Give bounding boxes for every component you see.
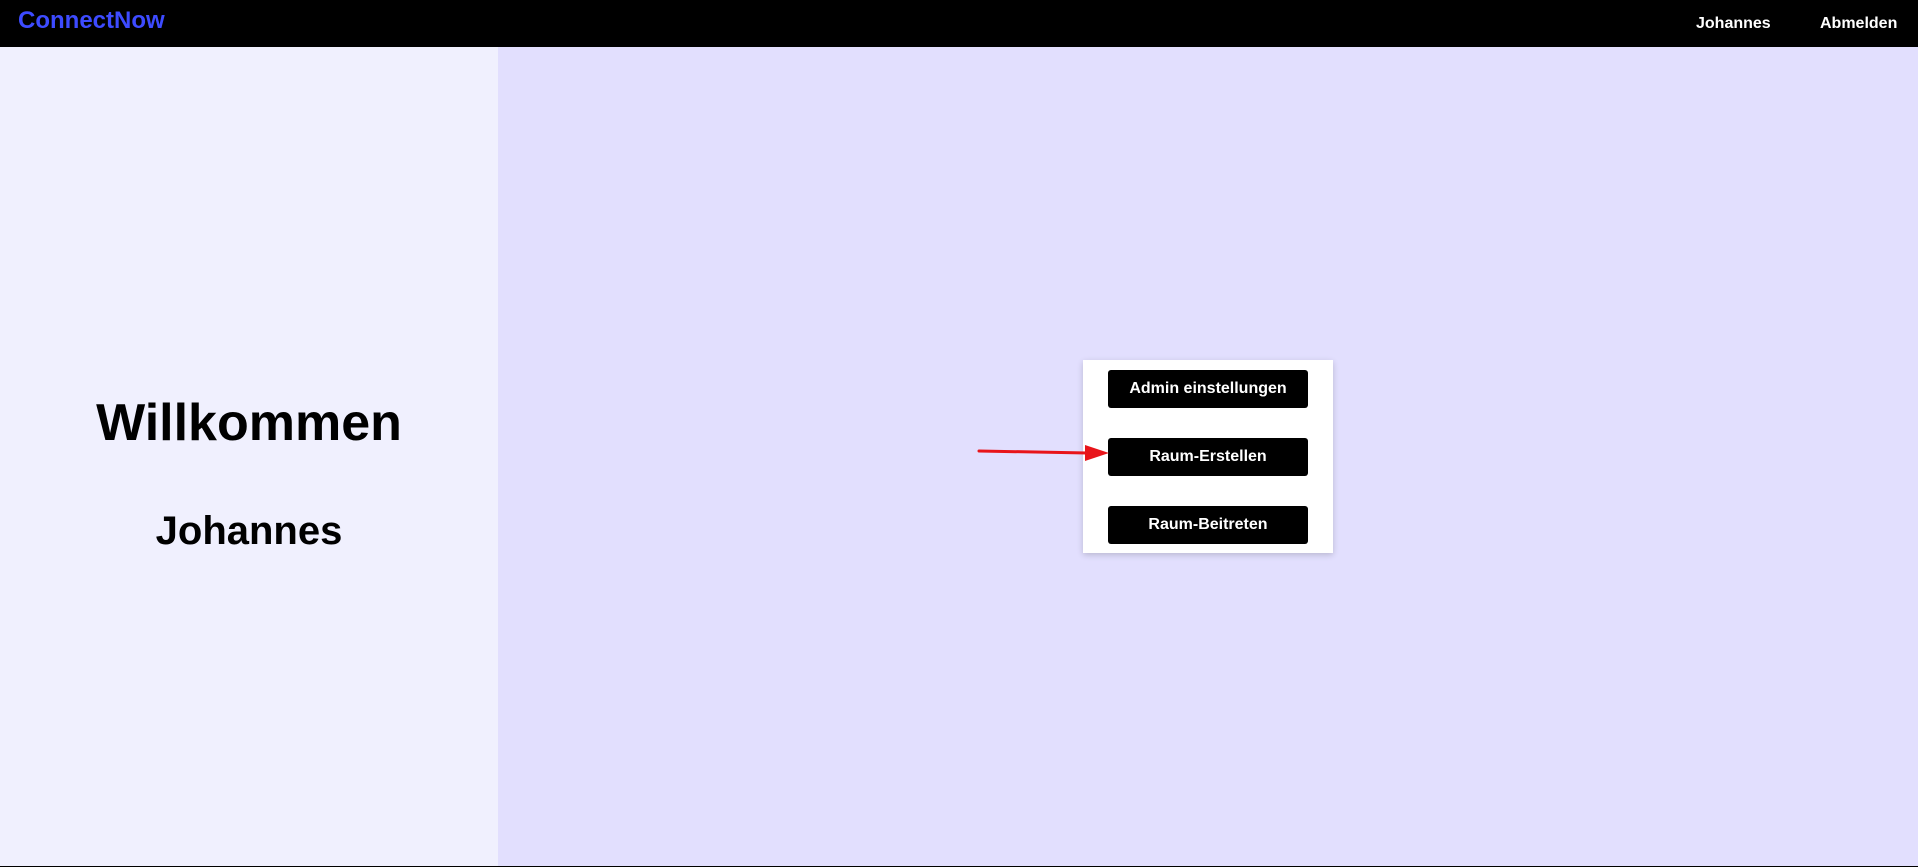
admin-settings-button[interactable]: Admin einstellungen <box>1108 370 1308 408</box>
nav-user-name[interactable]: Johannes <box>1696 14 1771 33</box>
join-room-button[interactable]: Raum-Beitreten <box>1108 506 1308 544</box>
top-navbar: ConnectNow Johannes Abmelden <box>0 0 1918 47</box>
welcome-title: Willkommen <box>96 394 402 452</box>
create-room-button[interactable]: Raum-Erstellen <box>1108 438 1308 476</box>
brand-logo[interactable]: ConnectNow <box>18 8 165 34</box>
welcome-user-name: Johannes <box>155 509 343 553</box>
logout-link[interactable]: Abmelden <box>1820 14 1897 33</box>
action-card: Admin einstellungen Raum-Erstellen Raum-… <box>1083 360 1333 553</box>
red-arrow-icon <box>977 445 1109 461</box>
welcome-panel: Willkommen Johannes <box>0 47 498 866</box>
